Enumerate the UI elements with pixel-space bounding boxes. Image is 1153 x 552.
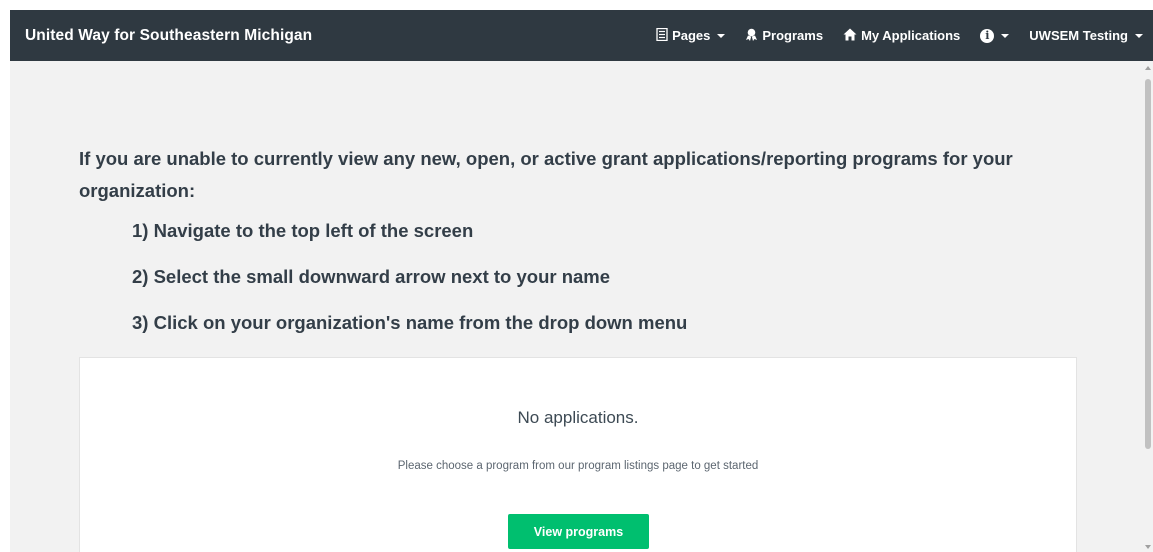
empty-state-subtitle: Please choose a program from our program… [397,460,759,472]
caret-down-icon [717,33,726,38]
caret-down-icon [1135,33,1143,38]
scroll-down-arrow-icon[interactable] [1145,545,1151,549]
nav-programs-label: Programs [762,28,824,43]
scrollbar-thumb[interactable] [1145,79,1151,449]
empty-state-title: No applications. [517,408,639,427]
nav-pages-dropdown[interactable]: Pages [646,10,735,61]
nav-my-applications[interactable]: My Applications [833,10,970,61]
instructions-intro: If you are unable to currently view any … [79,148,1013,201]
top-navbar: United Way for Southeastern Michigan Pag… [10,10,1153,61]
window-frame-top [0,0,1153,10]
instruction-step-1: 1) Navigate to the top left of the scree… [132,220,474,241]
caret-down-icon [1001,33,1010,38]
nav-info-dropdown[interactable]: i [970,10,1019,61]
applications-empty-card: No applications. Please choose a program… [79,357,1077,552]
view-programs-button[interactable]: View programs [508,514,649,549]
home-icon [843,28,861,44]
info-icon: i [980,28,995,43]
ribbon-award-icon [745,28,762,44]
nav-user-dropdown[interactable]: UWSEM Testing [1019,10,1153,61]
nav-user-label: UWSEM Testing [1029,28,1128,43]
scroll-up-arrow-icon[interactable] [1145,66,1151,70]
window-frame-left [0,0,10,552]
main-content: If you are unable to currently view any … [10,61,1143,552]
instruction-step-2: 2) Select the small downward arrow next … [132,266,611,287]
brand-title[interactable]: United Way for Southeastern Michigan [10,27,312,45]
vertical-scrollbar[interactable] [1143,61,1153,552]
document-icon [656,27,672,44]
nav-programs[interactable]: Programs [735,10,833,61]
navbar-menu: Pages Programs My Applications i UWSEM T… [646,10,1153,61]
nav-pages-label: Pages [672,28,711,43]
nav-my-applications-label: My Applications [861,28,961,43]
instruction-step-3: 3) Click on your organization's name fro… [132,312,688,333]
